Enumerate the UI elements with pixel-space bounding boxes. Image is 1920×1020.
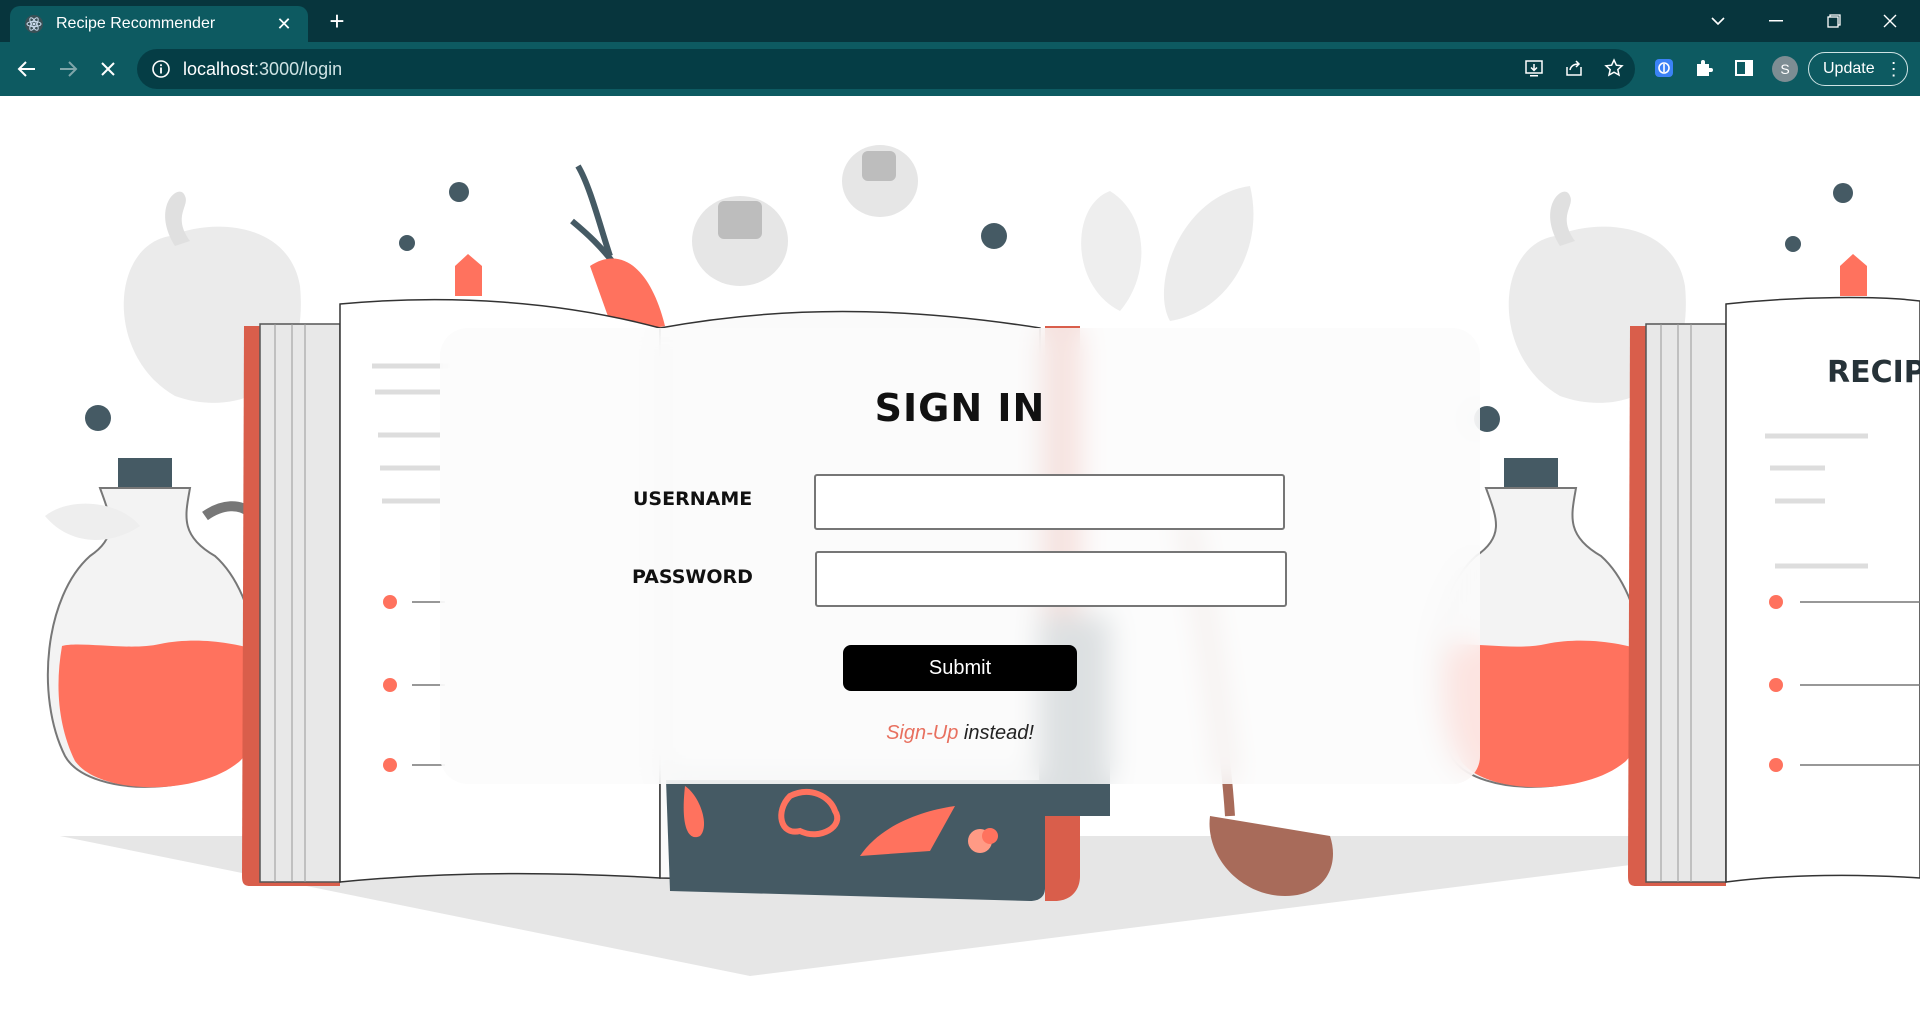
address-bar[interactable]: localhost:3000/login <box>137 49 1635 89</box>
update-label: Update <box>1823 60 1875 77</box>
login-page: RECIPE SIGN IN USERNAME PASSWORD Submit … <box>0 96 1920 1020</box>
username-label: USERNAME <box>633 488 753 510</box>
browser-toolbar: localhost:3000/login S Update ⋮ <box>0 42 1920 96</box>
minimize-icon[interactable] <box>1758 6 1794 36</box>
extension-icon[interactable] <box>1652 56 1676 80</box>
page-title: SIGN IN <box>874 386 1046 430</box>
side-panel-icon[interactable] <box>1732 56 1756 80</box>
bookmark-star-icon[interactable] <box>1602 56 1626 80</box>
puzzle-extensions-icon[interactable] <box>1692 56 1716 80</box>
new-tab-plus-icon[interactable]: + <box>324 8 350 35</box>
close-window-icon[interactable] <box>1872 6 1908 36</box>
signup-suffix: instead! <box>958 722 1034 744</box>
more-menu-icon[interactable]: ⋮ <box>1885 59 1903 80</box>
signup-prompt: Sign-Up instead! <box>440 722 1480 745</box>
site-info-icon[interactable] <box>151 59 171 79</box>
url-text: localhost:3000/login <box>183 59 342 80</box>
browser-tab-active[interactable]: Recipe Recommender ✕ <box>10 6 308 42</box>
url-path: :3000/login <box>254 58 343 79</box>
username-input[interactable] <box>814 474 1285 530</box>
submit-button[interactable]: Submit <box>843 645 1077 691</box>
password-label: PASSWORD <box>632 566 753 588</box>
back-arrow-icon[interactable] <box>13 55 41 83</box>
signup-link[interactable]: Sign-Up <box>886 722 958 744</box>
browser-tab-strip: Recipe Recommender ✕ + <box>0 0 1920 42</box>
restore-icon[interactable] <box>1816 6 1852 36</box>
url-host: localhost <box>183 58 255 79</box>
forward-arrow-icon[interactable] <box>54 55 82 83</box>
tab-title: Recipe Recommender <box>56 15 216 32</box>
update-button[interactable]: Update ⋮ <box>1808 52 1908 86</box>
install-app-icon[interactable] <box>1522 56 1546 80</box>
tab-close-icon[interactable]: ✕ <box>274 14 294 35</box>
password-input[interactable] <box>815 551 1287 607</box>
react-icon <box>25 15 43 33</box>
tab-search-chevron-icon[interactable] <box>1700 6 1736 36</box>
share-icon[interactable] <box>1562 56 1586 80</box>
profile-avatar[interactable]: S <box>1772 56 1798 82</box>
book-title-text: RECIPE <box>1827 355 1920 390</box>
stop-loading-icon[interactable] <box>94 55 122 83</box>
